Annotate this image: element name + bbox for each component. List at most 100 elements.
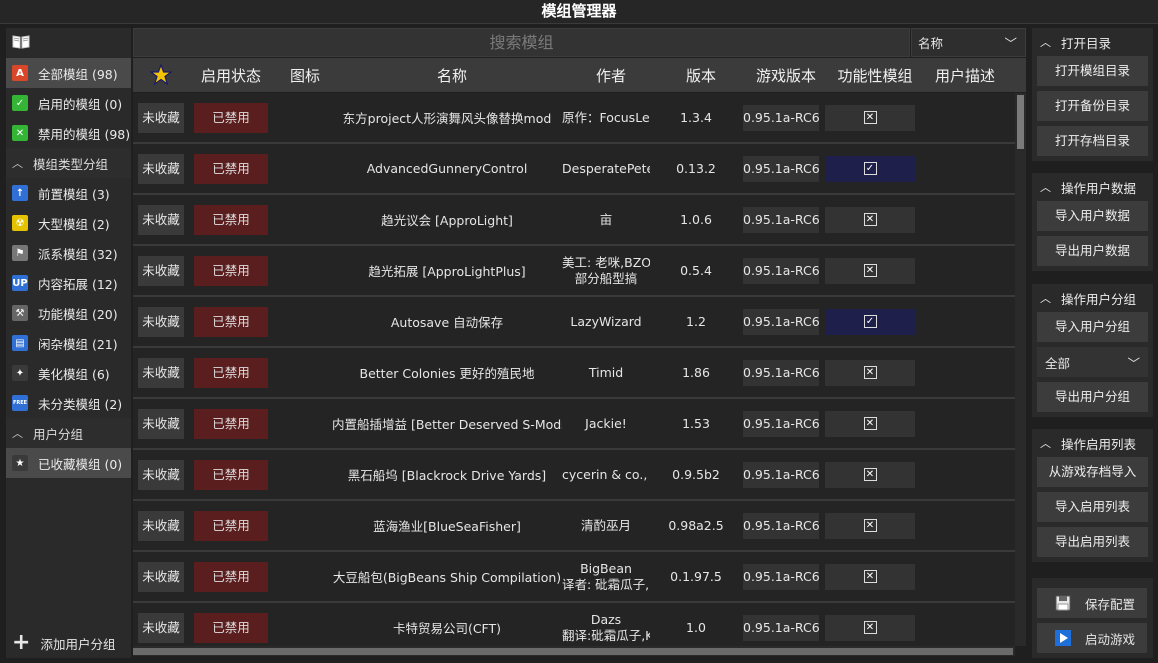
- sidebar-item[interactable]: FREE 未分类模组 (2): [6, 388, 131, 418]
- type-group-header[interactable]: ︿ 模组类型分组: [6, 148, 131, 178]
- table-row[interactable]: 未收藏 已禁用 Autosave 自动保存 LazyWizard 1.2 0.9…: [133, 297, 1015, 348]
- open-mods-dir-button[interactable]: 打开模组目录: [1037, 56, 1148, 86]
- functional-checkbox[interactable]: ✓: [825, 155, 915, 182]
- header-user-desc[interactable]: 用户描述: [925, 65, 1005, 86]
- game-version-cell: 0.95.1a-RC6: [742, 308, 820, 335]
- table-row[interactable]: 未收藏 已禁用 卡特贸易公司(CFT) Dazs 翻译:砒霜瓜子,K 1.0 0.…: [133, 603, 1015, 646]
- functional-checkbox[interactable]: ✕: [825, 359, 915, 386]
- enable-toggle-button[interactable]: 已禁用: [194, 306, 268, 337]
- functional-checkbox[interactable]: ✓: [825, 308, 915, 335]
- usergroup-group-header[interactable]: ︿ 操作用户分组: [1032, 284, 1153, 312]
- enable-toggle-button[interactable]: 已禁用: [194, 204, 268, 235]
- export-enable-list-button[interactable]: 导出启用列表: [1037, 527, 1148, 557]
- enable-toggle-button[interactable]: 已禁用: [194, 612, 268, 643]
- favorite-toggle-button[interactable]: 未收藏: [138, 357, 184, 388]
- open-save-dir-button[interactable]: 打开存档目录: [1037, 126, 1148, 156]
- sidebar-item[interactable]: ★ 已收藏模组 (0): [6, 448, 131, 478]
- favorite-toggle-button[interactable]: 未收藏: [138, 510, 184, 541]
- enable-toggle-button[interactable]: 已禁用: [194, 459, 268, 490]
- export-user-group-button[interactable]: 导出用户分组: [1037, 382, 1148, 412]
- import-user-data-button[interactable]: 导入用户数据: [1037, 201, 1148, 231]
- functional-checkbox[interactable]: ✕: [825, 614, 915, 641]
- dir-group-header[interactable]: ︿ 打开目录: [1032, 28, 1153, 56]
- functional-checkbox[interactable]: ✕: [825, 206, 915, 233]
- enable-toggle-button[interactable]: 已禁用: [194, 357, 268, 388]
- favorite-toggle-button[interactable]: 未收藏: [138, 306, 184, 337]
- sidebar-item[interactable]: UP 内容拓展 (12): [6, 268, 131, 298]
- sidebar-item[interactable]: ▤ 闲杂模组 (21): [6, 328, 131, 358]
- table-row[interactable]: 未收藏 已禁用 趋光议会 [ApproLight] 亩 1.0.6 0.95.1…: [133, 195, 1015, 246]
- save-config-button[interactable]: 保存配置: [1037, 588, 1147, 618]
- open-backup-dir-button[interactable]: 打开备份目录: [1037, 91, 1148, 121]
- enable-list-group-header[interactable]: ︿ 操作启用列表: [1032, 429, 1153, 457]
- enable-toggle-button[interactable]: 已禁用: [194, 561, 268, 592]
- sidebar-item[interactable]: ↑ 前置模组 (3): [6, 178, 131, 208]
- favorite-toggle-button[interactable]: 未收藏: [138, 612, 184, 643]
- sidebar-item-label: 闲杂模组 (21): [38, 336, 118, 352]
- favorite-toggle-button[interactable]: 未收藏: [138, 204, 184, 235]
- vertical-scrollbar[interactable]: [1015, 93, 1026, 646]
- table-row[interactable]: 未收藏 已禁用 大豆船包(BigBeans Ship Compilation) …: [133, 552, 1015, 603]
- sidebar-item[interactable]: ✦ 美化模组 (6): [6, 358, 131, 388]
- enable-toggle-button[interactable]: 已禁用: [194, 510, 268, 541]
- header-status[interactable]: 启用状态: [189, 65, 273, 86]
- table-row[interactable]: 未收藏 已禁用 Better Colonies 更好的殖民地 Timid 1.8…: [133, 348, 1015, 399]
- add-user-group-button[interactable]: + 添加用户分组: [6, 628, 131, 658]
- enable-toggle-button[interactable]: 已禁用: [194, 408, 268, 439]
- functional-checkbox[interactable]: ✕: [825, 257, 915, 284]
- search-input[interactable]: 搜索模组: [133, 28, 910, 57]
- table-row[interactable]: 未收藏 已禁用 AdvancedGunneryControl Desperate…: [133, 144, 1015, 195]
- userdata-group-header[interactable]: ︿ 操作用户数据: [1032, 173, 1153, 201]
- table-row[interactable]: 未收藏 已禁用 蓝海渔业[BlueSeaFisher] 清酌巫月 0.98a2.…: [133, 501, 1015, 552]
- sidebar-item[interactable]: ☢ 大型模组 (2): [6, 208, 131, 238]
- import-enable-list-button[interactable]: 导入启用列表: [1037, 492, 1148, 522]
- game-version: 0.95.1a-RC6: [743, 257, 820, 284]
- header-icon[interactable]: 图标: [273, 65, 337, 86]
- mod-version: 0.98a2.5: [668, 518, 724, 533]
- header-version[interactable]: 版本: [655, 65, 747, 86]
- mod-name: 黑石船坞 [Blackrock Drive Yards]: [347, 468, 547, 483]
- functional-checkbox[interactable]: ✕: [825, 104, 915, 131]
- scroll-thumb[interactable]: [1017, 95, 1024, 149]
- header-favorite-star[interactable]: [133, 63, 189, 86]
- table-row[interactable]: 未收藏 已禁用 东方project人形演舞风头像替换mod 原作：FocusLe…: [133, 93, 1015, 144]
- header-name[interactable]: 名称: [337, 65, 567, 86]
- functional-checkbox[interactable]: ✕: [825, 461, 915, 488]
- mod-author: 美工: 老咪,BZOn 部分船型搞: [562, 255, 650, 287]
- user-group-select[interactable]: 全部 ﹀: [1037, 347, 1148, 377]
- user-group-header[interactable]: ︿ 用户分组: [6, 418, 131, 448]
- launch-game-button[interactable]: 启动游戏: [1037, 623, 1147, 653]
- table-row[interactable]: 未收藏 已禁用 内置船插增益 [Better Deserved S-Mods] …: [133, 399, 1015, 450]
- functional-checkbox[interactable]: ✕: [825, 563, 915, 590]
- favorite-toggle-button[interactable]: 未收藏: [138, 459, 184, 490]
- table-header: 启用状态 图标 名称 作者 版本 游戏版本 功能性模组 用户描述: [133, 58, 1026, 92]
- header-author[interactable]: 作者: [567, 65, 655, 86]
- sidebar-item[interactable]: ✕ 禁用的模组 (98): [6, 118, 131, 148]
- sidebar-item[interactable]: ⚒ 功能模组 (20): [6, 298, 131, 328]
- favorite-toggle-button[interactable]: 未收藏: [138, 102, 184, 133]
- enable-toggle-button[interactable]: 已禁用: [194, 102, 268, 133]
- enable-toggle-button[interactable]: 已禁用: [194, 255, 268, 286]
- favorite-toggle-button[interactable]: 未收藏: [138, 255, 184, 286]
- scroll-thumb[interactable]: [133, 648, 1013, 655]
- author-line-1: LazyWizard: [570, 313, 642, 329]
- import-user-group-button[interactable]: 导入用户分组: [1037, 312, 1148, 342]
- table-row[interactable]: 未收藏 已禁用 黑石船坞 [Blackrock Drive Yards] cyc…: [133, 450, 1015, 501]
- header-game-version[interactable]: 游戏版本: [747, 65, 825, 86]
- enable-toggle-button[interactable]: 已禁用: [194, 153, 268, 184]
- export-user-data-button[interactable]: 导出用户数据: [1037, 236, 1148, 266]
- sort-dropdown[interactable]: 名称 ﹀: [911, 28, 1026, 57]
- favorite-toggle-button[interactable]: 未收藏: [138, 153, 184, 184]
- table-row[interactable]: 未收藏 已禁用 趋光拓展 [ApproLightPlus] 美工: 老咪,BZO…: [133, 246, 1015, 297]
- horizontal-scrollbar[interactable]: [133, 646, 1015, 656]
- sidebar-item[interactable]: ⚑ 派系模组 (32): [6, 238, 131, 268]
- sidebar-item[interactable]: ✓ 启用的模组 (0): [6, 88, 131, 118]
- favorite-toggle-button[interactable]: 未收藏: [138, 408, 184, 439]
- header-functional[interactable]: 功能性模组: [825, 65, 925, 86]
- import-from-save-button[interactable]: 从游戏存档导入: [1037, 457, 1148, 487]
- favorite-toggle-button[interactable]: 未收藏: [138, 561, 184, 592]
- functional-checkbox[interactable]: ✕: [825, 410, 915, 437]
- sidebar-item[interactable]: A 全部模组 (98): [6, 58, 131, 88]
- functional-checkbox[interactable]: ✕: [825, 512, 915, 539]
- book-icon[interactable]: [12, 34, 30, 50]
